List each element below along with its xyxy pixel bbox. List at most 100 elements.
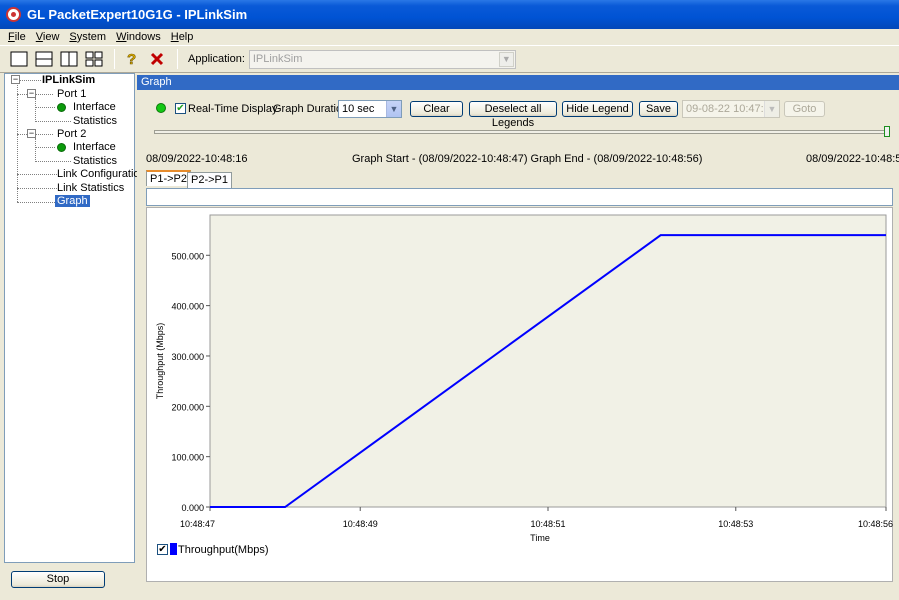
status-dot-icon [57,103,66,112]
y-tick-label: 0.000 [181,503,204,513]
tree-connector [35,161,71,162]
menu-help[interactable]: Help [171,31,194,43]
graph-duration-select[interactable]: 10 sec ▼ [338,100,402,118]
tree-item-port1-interface[interactable]: Interface [73,101,116,113]
realtime-status-icon [156,103,166,113]
tree-item-port1[interactable]: Port 1 [57,88,86,100]
chevron-down-icon: ▼ [498,51,514,67]
grid-layout-icon [85,51,103,67]
tree-item-port2[interactable]: Port 2 [57,128,86,140]
single-layout-icon [10,51,28,67]
y-tick-label: 100.000 [171,453,204,463]
status-dot-icon [57,143,66,152]
application-value: IPLinkSim [252,53,303,65]
menu-windows[interactable]: Windows [116,31,161,43]
graph-duration-label: Graph Duration [273,103,349,115]
tree-connector [35,107,55,108]
help-button[interactable]: ? [121,49,143,69]
graph-range-info: Graph Start - (08/09/2022-10:48:47) Grap… [352,153,703,165]
y-axis-label: Throughput (Mbps) [155,323,165,400]
goto-time-value: 09-08-22 10:47:26 [686,103,776,115]
x-tick-label: 10:48:56 [858,519,893,529]
tree-connector [17,202,57,203]
toolbar: ? Application: IPLinkSim ▼ [0,45,899,73]
x-tick-label: 10:48:49 [343,519,378,529]
x-tick-label: 10:48:51 [530,519,565,529]
legend-color-swatch [170,543,177,555]
collapse-port2-icon[interactable]: − [27,129,36,138]
horizontal-split-icon [35,51,53,67]
y-tick-label: 400.000 [171,302,204,312]
deselect-all-legends-button[interactable]: Deselect all Legends [469,101,557,129]
tree-connector [17,174,57,175]
save-button[interactable]: Save [639,101,678,117]
single-layout-button[interactable] [8,49,30,69]
tree-connector [35,138,36,162]
help-icon: ? [127,51,137,68]
tree-connector [35,147,55,148]
plot-area [209,214,887,508]
tab-p2-p1[interactable]: P2->P1 [187,172,232,188]
menu-view[interactable]: View [36,31,60,43]
navigation-tree: − IPLinkSim − Port 1 Interface Statistic… [4,73,146,563]
time-slider-track[interactable] [154,130,890,134]
hide-legend-button[interactable]: Hide Legend [562,101,633,117]
x-tick-label: 10:48:53 [718,519,753,529]
application-label: Application: [188,53,245,65]
y-tick-label: 300.000 [171,352,204,362]
range-end-time: 08/09/2022-10:48:57 [806,153,899,165]
collapse-port1-icon[interactable]: − [27,89,36,98]
title-bar: GL PacketExpert10G1G - IPLinkSim [0,0,899,29]
time-slider-thumb[interactable] [884,126,890,137]
toolbar-separator [177,49,178,69]
tree-item-iplinksim[interactable]: IPLinkSim [42,74,95,86]
stop-button[interactable]: Stop [11,571,105,588]
tree-item-port2-statistics[interactable]: Statistics [73,155,117,167]
legend-throughput-checkbox[interactable]: ✔ [157,544,168,555]
menu-bar: File View System Windows Help [0,29,899,45]
grid-layout-button[interactable] [83,49,105,69]
clear-button[interactable]: Clear [410,101,463,117]
app-logo-icon [6,7,21,22]
close-button[interactable] [146,49,168,69]
goto-button: Goto [784,101,825,117]
chevron-down-icon: ▼ [386,101,401,117]
menu-system[interactable]: System [69,31,106,43]
tree-item-port1-statistics[interactable]: Statistics [73,115,117,127]
tree-item-link-statistics[interactable]: Link Statistics [57,182,124,194]
toolbar-separator [114,49,115,69]
vertical-split-button[interactable] [58,49,80,69]
horizontal-split-button[interactable] [33,49,55,69]
tree-connector [35,121,71,122]
tree-connector [17,188,57,189]
tree-connector [35,98,36,122]
legend-throughput-label: Throughput(Mbps) [178,544,269,556]
x-axis-label: Time [530,533,550,543]
goto-time-select: 09-08-22 10:47:26 ▼ [682,100,780,118]
x-tick-label: 10:48:47 [180,519,215,529]
svg-text:?: ? [127,51,136,68]
window-title: GL PacketExpert10G1G - IPLinkSim [27,7,248,22]
tab-p1-p2[interactable]: P1->P2 [146,170,191,186]
graph-duration-value: 10 sec [342,103,375,115]
graph-panel-header: Graph [137,75,899,90]
y-tick-label: 200.000 [171,402,204,412]
tree-item-link-configuration[interactable]: Link Configuration [57,168,146,180]
collapse-root-icon[interactable]: − [11,75,20,84]
tree-connector [17,80,41,81]
range-start-time: 08/09/2022-10:48:16 [146,153,248,165]
application-select[interactable]: IPLinkSim ▼ [248,49,516,69]
tree-item-graph[interactable]: Graph [55,195,90,207]
realtime-checkbox[interactable]: ✔ [175,103,186,114]
close-icon [150,52,164,66]
chart-frame: 0.000 100.000 200.000 300.000 400.000 500.000… [146,207,893,582]
legend-filter-bar [146,188,893,206]
y-tick-label: 500.000 [171,251,204,261]
vertical-split-icon [60,51,78,67]
tree-connector [17,82,18,202]
tree-item-port2-interface[interactable]: Interface [73,141,116,153]
realtime-label: Real-Time Display [188,103,278,115]
menu-file[interactable]: File [8,31,26,43]
chevron-down-icon: ▼ [764,101,779,117]
throughput-chart: 0.000 100.000 200.000 300.000 400.000 500.000… [155,214,893,543]
